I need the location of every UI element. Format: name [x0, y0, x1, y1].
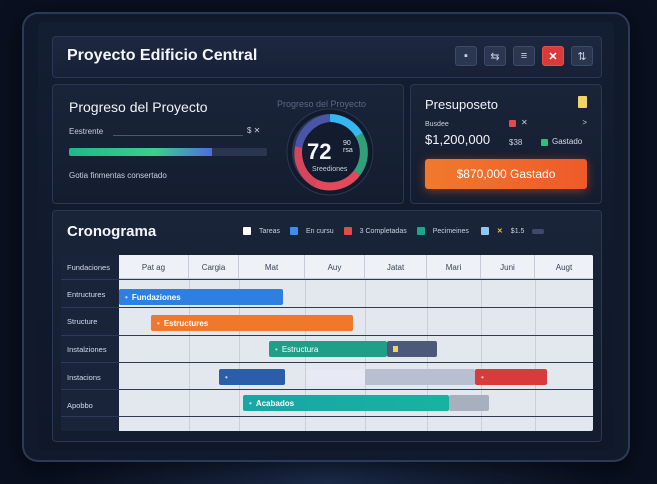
- menu-icon[interactable]: ≡: [513, 46, 535, 66]
- row-divider: [61, 416, 593, 417]
- swap-icon[interactable]: ⇆: [484, 46, 506, 66]
- expand-icon[interactable]: ✕: [497, 227, 503, 235]
- gantt-bar-label: Acabados: [255, 398, 295, 408]
- budget-value: $1,200,000: [425, 132, 491, 147]
- progress-footer: Gotia finmentas consertado: [69, 171, 167, 180]
- legend-swatch: [343, 227, 352, 235]
- legend-item-in-progress[interactable]: En cursu: [290, 227, 334, 235]
- progress-field-line: [113, 135, 243, 136]
- spent-label: Gastado: [552, 137, 583, 146]
- gauge-unit-bottom: rsa: [343, 147, 353, 154]
- gantt-bar-label: Fundaziones: [131, 292, 181, 302]
- gantt-bar-label: Estructures: [163, 318, 209, 328]
- month-0: Pat ag: [119, 255, 189, 279]
- gantt-bar-instalaciones[interactable]: •: [219, 369, 285, 385]
- row-label-1: Entructures: [67, 290, 106, 299]
- gauge-value: 72: [307, 139, 332, 164]
- bar-dot-icon: •: [249, 398, 252, 408]
- document-icon[interactable]: [578, 96, 587, 108]
- schedule-heading: Cronograma: [67, 223, 157, 240]
- gauge-unit: 90 rsa: [343, 140, 353, 154]
- gantt-chart: Fundaciones Entructures Structure Instal…: [61, 255, 593, 431]
- gantt-bar-instalaciones-late[interactable]: •: [475, 369, 547, 385]
- legend: Tareas En cursu 3 Completadas Pecimeines…: [243, 227, 545, 235]
- budget-label: Busdee: [425, 121, 449, 128]
- bar-dot-icon: •: [157, 318, 160, 328]
- field-clear-icon[interactable]: $ ✕: [247, 126, 260, 135]
- gantt-bar-instalaciones-ghost: [307, 369, 365, 385]
- row-label-0: Fundaciones: [67, 263, 110, 272]
- gantt-bar-instalaciones-pending[interactable]: [365, 369, 475, 385]
- legend-swatch: [243, 227, 251, 235]
- schedule-panel: Cronograma Tareas En cursu 3 Completadas…: [52, 210, 602, 442]
- row-divider: [61, 279, 593, 280]
- bar-dot-icon: •: [275, 344, 278, 354]
- chevron-right-icon[interactable]: >: [582, 118, 587, 127]
- row-divider: [61, 335, 593, 336]
- row-label-2: Structure: [67, 317, 98, 326]
- gantt-bar-acabados[interactable]: • Acabados: [243, 395, 449, 411]
- legend-extra-value: $1.5: [510, 227, 525, 235]
- row-divider: [61, 362, 593, 363]
- gauge-unit-top: 90: [343, 140, 351, 147]
- progress-bar: [69, 148, 267, 156]
- legend-label: Tareas: [259, 227, 281, 235]
- progress-field-label: Eestrente: [69, 127, 104, 136]
- month-7: Augt: [555, 262, 573, 272]
- budget-code: $38: [509, 138, 523, 147]
- budget-panel: Presuposeto Busdee $1,200,000 ✕ > $38 Ga…: [410, 84, 602, 204]
- app-title: Proyecto Edificio Central: [67, 47, 258, 64]
- month-6: Juni: [481, 255, 535, 279]
- legend-label: 3 Completadas: [359, 227, 407, 235]
- legend-item-completed[interactable]: 3 Completadas: [343, 227, 407, 235]
- legend-item-tasks[interactable]: Tareas: [243, 227, 280, 235]
- light-blue-swatch: [480, 227, 489, 235]
- zoom-slider[interactable]: [532, 228, 545, 234]
- sort-icon[interactable]: ⇅: [571, 46, 593, 66]
- bar-dot-icon: •: [225, 372, 228, 382]
- row-divider: [61, 389, 593, 390]
- gantt-month-header: Pat ag Cargia Mat Auy Jatat Mari Juni Au…: [119, 255, 593, 279]
- project-progress-panel: Progreso del Proyecto Progreso del Proye…: [52, 84, 404, 204]
- checkbox-mark-icon: ✕: [521, 118, 528, 127]
- gantt-bar-acabados-pending[interactable]: [449, 395, 489, 411]
- progress-heading: Progreso del Proyecto: [69, 99, 208, 115]
- row-label-3: Instalziones: [67, 345, 107, 354]
- legend-label: Pecimeines: [432, 227, 469, 235]
- budget-heading: Presuposeto: [425, 97, 498, 112]
- month-2: Mat: [239, 255, 305, 279]
- pin-icon[interactable]: ▪: [455, 46, 477, 66]
- spent-indicator: [541, 139, 548, 146]
- gantt-bar-estructura[interactable]: • Estructura: [269, 341, 387, 357]
- month-4: Jatat: [365, 255, 427, 279]
- bar-dot-icon: •: [125, 292, 128, 302]
- legend-item-pending[interactable]: Pecimeines: [416, 227, 469, 235]
- month-3: Auy: [305, 255, 365, 279]
- window-controls: ▪ ⇆ ≡ ✕ ⇅: [455, 46, 593, 66]
- legend-swatch: [290, 227, 299, 235]
- gantt-bar-label: Estructura: [281, 344, 319, 354]
- gantt-bar-estructura-pending[interactable]: [387, 341, 437, 357]
- close-button[interactable]: ✕: [542, 46, 564, 66]
- note-icon: [393, 346, 398, 352]
- gauge-subtitle: Sreediones: [312, 166, 348, 173]
- row-label-4: Instacions: [67, 373, 101, 382]
- legend-extra: ✕ $1.5: [480, 227, 545, 235]
- legend-swatch: [416, 227, 425, 235]
- progress-bar-fill: [69, 148, 212, 156]
- app-screen: Proyecto Edificio Central ▪ ⇆ ≡ ✕ ⇅ Prog…: [38, 22, 614, 450]
- month-1: Cargia: [189, 255, 239, 279]
- gantt-bar-fundaciones[interactable]: • Fundaziones: [119, 289, 283, 305]
- bar-dot-icon: •: [481, 372, 484, 382]
- grid-line: [535, 279, 536, 431]
- legend-label: En cursu: [306, 227, 334, 235]
- gantt-bar-estructures[interactable]: • Estructures: [151, 315, 353, 331]
- title-bar: Proyecto Edificio Central ▪ ⇆ ≡ ✕ ⇅: [52, 36, 602, 78]
- spent-button[interactable]: $870,000 Gastado: [425, 159, 587, 189]
- row-label-5: Apobbo: [67, 401, 93, 410]
- gantt-row-labels: Fundaciones Entructures Structure Instal…: [61, 255, 119, 431]
- red-checkbox[interactable]: [509, 120, 516, 127]
- month-5: Mari: [427, 255, 481, 279]
- row-divider: [61, 307, 593, 308]
